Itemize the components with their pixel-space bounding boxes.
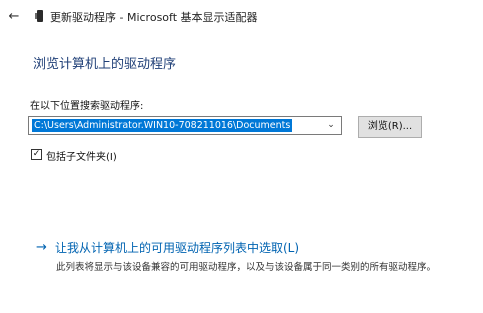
arrow-right-icon[interactable]: → — [36, 240, 47, 256]
include-subfolders-label[interactable]: 包括子文件夹(I) — [46, 148, 117, 163]
path-combobox[interactable]: C:\Users\Administrator.WIN10-708211016\D… — [28, 116, 342, 135]
back-arrow-icon[interactable]: ← — [6, 10, 22, 24]
browse-button[interactable]: 浏览(R)... — [358, 116, 422, 138]
chevron-down-icon[interactable]: ⌄ — [325, 119, 337, 132]
path-input-value[interactable]: C:\Users\Administrator.WIN10-708211016\D… — [32, 119, 293, 132]
device-icon — [35, 10, 45, 22]
device-icon-body — [37, 10, 43, 22]
device-icon-pin — [35, 13, 37, 19]
page-heading: 浏览计算机上的驱动程序 — [33, 57, 177, 72]
title-bar: ← 更新驱动程序 - Microsoft 基本显示适配器 — [0, 0, 483, 34]
search-location-label: 在以下位置搜索驱动程序: — [30, 101, 144, 112]
pick-from-list-description: 此列表将显示与该设备兼容的可用驱动程序，以及与该设备属于同一类别的所有驱动程序。 — [56, 262, 437, 273]
window-title: 更新驱动程序 - Microsoft 基本显示适配器 — [50, 11, 258, 24]
include-subfolders-checkbox[interactable]: ✓ — [31, 149, 42, 160]
pick-from-list-label[interactable]: 让我从计算机上的可用驱动程序列表中选取(L) — [55, 240, 299, 256]
